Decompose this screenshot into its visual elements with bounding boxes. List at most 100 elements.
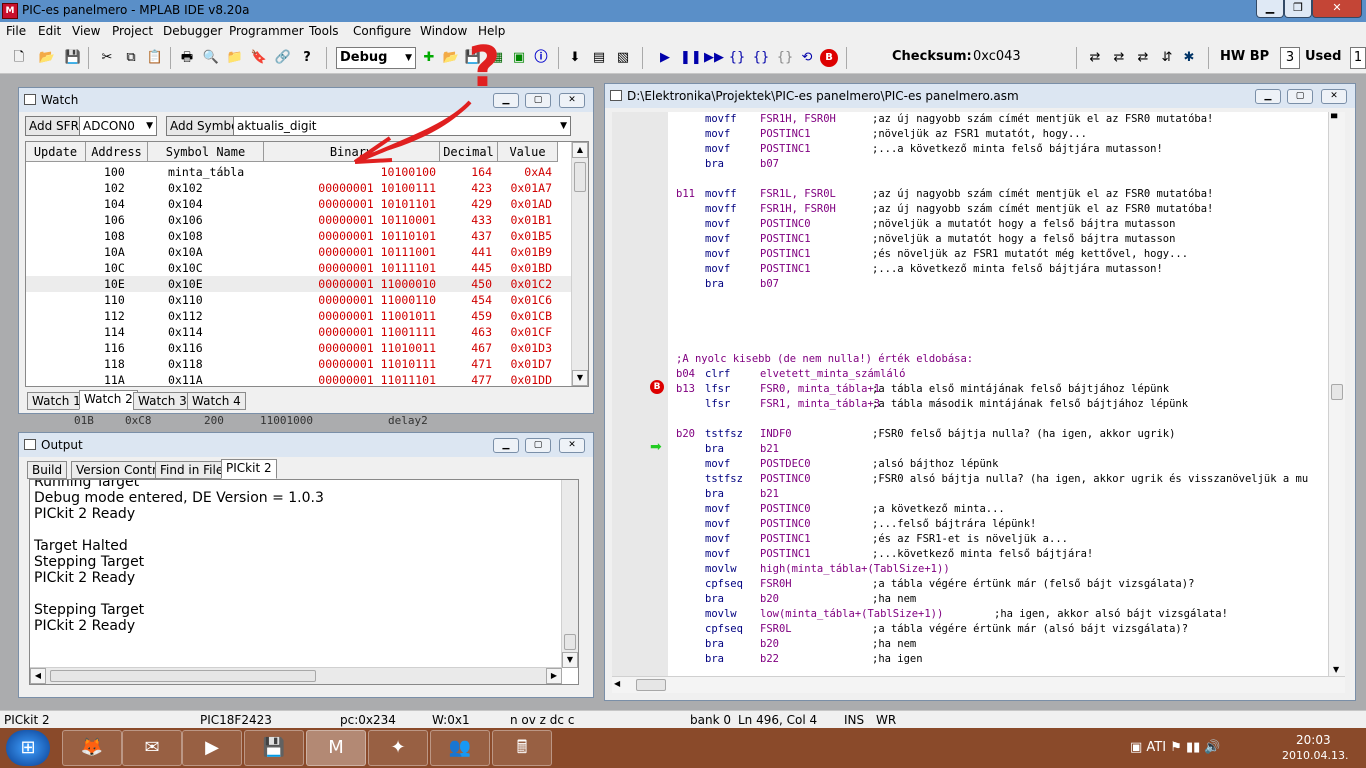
tab-pickit2[interactable]: PICkit 2 (221, 459, 277, 479)
disk-icon[interactable]: 💾 (244, 730, 304, 766)
tab-watch-3[interactable]: Watch 3 (133, 392, 192, 410)
col-address[interactable]: Address (86, 142, 148, 162)
pickit-icon-4[interactable]: ⇵ (1158, 49, 1176, 67)
col-update[interactable]: Update (26, 142, 86, 162)
editor-vscroll[interactable]: ▀ ▼ (1328, 112, 1345, 676)
minimize-button[interactable]: ▁ (1256, 0, 1284, 18)
animate-icon[interactable]: ▶▶ (704, 49, 724, 67)
bug-icon[interactable]: ✱ (1180, 49, 1198, 67)
status-w: W:0x1 (432, 713, 470, 727)
messenger-icon[interactable]: 👥 (430, 730, 490, 766)
code-operand: POSTINC0 (760, 218, 811, 230)
maximize-button[interactable]: ▢ (525, 438, 551, 453)
reset-icon[interactable]: ⟲ (798, 49, 816, 67)
menu-edit[interactable]: Edit (38, 24, 61, 38)
code-instruction: movf (705, 143, 731, 155)
minimize-button[interactable]: ▁ (1255, 89, 1281, 104)
email-icon[interactable]: ✉ (122, 730, 182, 766)
tray-icons[interactable]: ▣ ATI ⚑ ▮▮ 🔊 (1130, 740, 1221, 755)
output-hscroll[interactable]: ◀ ▶ (30, 667, 562, 684)
media-player-icon[interactable]: ▶ (182, 730, 242, 766)
app-icon[interactable]: ✦ (368, 730, 428, 766)
close-button[interactable]: ✕ (559, 93, 585, 108)
info-icon[interactable]: ⓘ (532, 49, 550, 67)
output-vscroll[interactable]: ▼ (561, 480, 578, 668)
clock-time[interactable]: 20:03 (1296, 733, 1331, 747)
code-instruction: movf (705, 548, 731, 560)
step-out-icon[interactable]: {} (776, 49, 794, 67)
verify-icon[interactable]: ▧ (614, 49, 632, 67)
tab-build[interactable]: Build (27, 461, 68, 479)
firefox-icon[interactable]: 🦊 (62, 730, 122, 766)
watch-vscroll[interactable]: ▲ ▼ (571, 142, 588, 386)
run-icon[interactable]: ▶ (656, 49, 674, 67)
print-icon[interactable]: 🖶 (178, 49, 196, 67)
watch-binary: 00000001 11011101 (318, 373, 436, 387)
maximize-button[interactable]: ▢ (1287, 89, 1313, 104)
bookmark-icon[interactable]: 🔖 (250, 49, 268, 67)
maximize-button[interactable]: ▢ (525, 93, 551, 108)
menu-project[interactable]: Project (112, 24, 153, 38)
breakpoint-marker-icon[interactable]: B (650, 380, 664, 394)
halt-icon[interactable]: ❚❚ (680, 49, 702, 67)
watch-row[interactable]: 104 0x104 00000001 10101101 429 0x01AD (26, 196, 574, 212)
watch-row[interactable]: 110 0x110 00000001 11000110 454 0x01C6 (26, 292, 574, 308)
pickit-icon-3[interactable]: ⇄ (1134, 49, 1152, 67)
minimize-button[interactable]: ▁ (493, 438, 519, 453)
build-icon[interactable]: 🔗 (274, 49, 292, 67)
editor-code[interactable]: movff FSR1H, FSR0H ;az új nagyobb szám cím… (668, 112, 1328, 676)
code-comment: ;ha igen, akkor alsó bájt vizsgálata! (994, 608, 1228, 620)
close-button[interactable]: ✕ (1321, 89, 1347, 104)
watch-row[interactable]: 106 0x106 00000001 10110001 433 0x01B1 (26, 212, 574, 228)
tab-watch-1[interactable]: Watch 1 (27, 392, 86, 410)
watch-row[interactable]: 10C 0x10C 00000001 10111101 445 0x01BD (26, 260, 574, 276)
breakpoint-icon[interactable]: B (820, 49, 838, 67)
watch-row[interactable]: 102 0x102 00000001 10100111 423 0x01A7 (26, 180, 574, 196)
mplab-icon[interactable]: M (2, 3, 18, 19)
clock-date[interactable]: 2010.04.13. (1282, 749, 1348, 762)
code-instruction: tstfsz (705, 473, 743, 485)
calculator-icon[interactable]: 🖩 (492, 730, 552, 766)
find-in-files-icon[interactable]: 📁 (226, 49, 244, 67)
menu-view[interactable]: View (72, 24, 100, 38)
tab-watch-4[interactable]: Watch 4 (187, 392, 246, 410)
annotation-question-mark: ? (468, 35, 501, 100)
read-device-icon[interactable]: ▤ (590, 49, 608, 67)
menu-programmer[interactable]: Programmer (229, 24, 304, 38)
menu-file[interactable]: File (6, 24, 26, 38)
paste-icon[interactable]: 📋 (146, 49, 164, 67)
close-button[interactable]: ✕ (559, 438, 585, 453)
col-symbol-name[interactable]: Symbol Name (148, 142, 264, 162)
pickit-icon-1[interactable]: ⇄ (1086, 49, 1104, 67)
watch-row[interactable]: 10E 0x10E 00000001 11000010 450 0x01C2 (26, 276, 574, 292)
watch-row[interactable]: 112 0x112 00000001 11001011 459 0x01CB (26, 308, 574, 324)
save-icon[interactable]: 💾 (64, 49, 82, 67)
copy-icon[interactable]: ⧉ (122, 49, 140, 67)
mplab-taskbar-icon[interactable]: M (306, 730, 366, 766)
watch-row[interactable]: 11A 0x11A 00000001 11011101 477 0x01DD (26, 372, 574, 387)
add-sfr-button[interactable]: Add SFR (25, 116, 83, 136)
menu-debugger[interactable]: Debugger (163, 24, 222, 38)
start-button[interactable]: ⊞ (6, 730, 50, 766)
program-device-icon[interactable]: ⬇ (566, 49, 584, 67)
close-button[interactable]: ✕ (1312, 0, 1362, 18)
watch-row[interactable]: 118 0x118 00000001 11010111 471 0x01D7 (26, 356, 574, 372)
watch-row[interactable]: 116 0x116 00000001 11010011 467 0x01D3 (26, 340, 574, 356)
find-icon[interactable]: 🔍 (202, 49, 220, 67)
help-icon[interactable]: ? (298, 49, 316, 67)
watch-row[interactable]: 10A 0x10A 00000001 10111001 441 0x01B9 (26, 244, 574, 260)
cut-icon[interactable]: ✂ (98, 49, 116, 67)
step-into-icon[interactable]: {} (728, 49, 746, 67)
watch-row[interactable]: 114 0x114 00000001 11001111 463 0x01CF (26, 324, 574, 340)
pickit-icon-2[interactable]: ⇄ (1110, 49, 1128, 67)
open-file-icon[interactable]: 📂 (38, 49, 56, 67)
tab-watch-2[interactable]: Watch 2 (79, 390, 138, 410)
watch-row[interactable]: 108 0x108 00000001 10110101 437 0x01B5 (26, 228, 574, 244)
step-over-icon[interactable]: {} (752, 49, 770, 67)
editor-hscroll[interactable]: ◀ (612, 676, 1345, 693)
maximize-button[interactable]: ❐ (1284, 0, 1312, 18)
code-comment: ;...felső bájtrára lépünk! (872, 518, 1037, 530)
new-file-icon[interactable]: 🗋 (10, 49, 28, 67)
sfr-combo[interactable]: ADCON0 ▼ (79, 116, 157, 136)
build-all-icon[interactable]: ▣ (510, 49, 528, 67)
